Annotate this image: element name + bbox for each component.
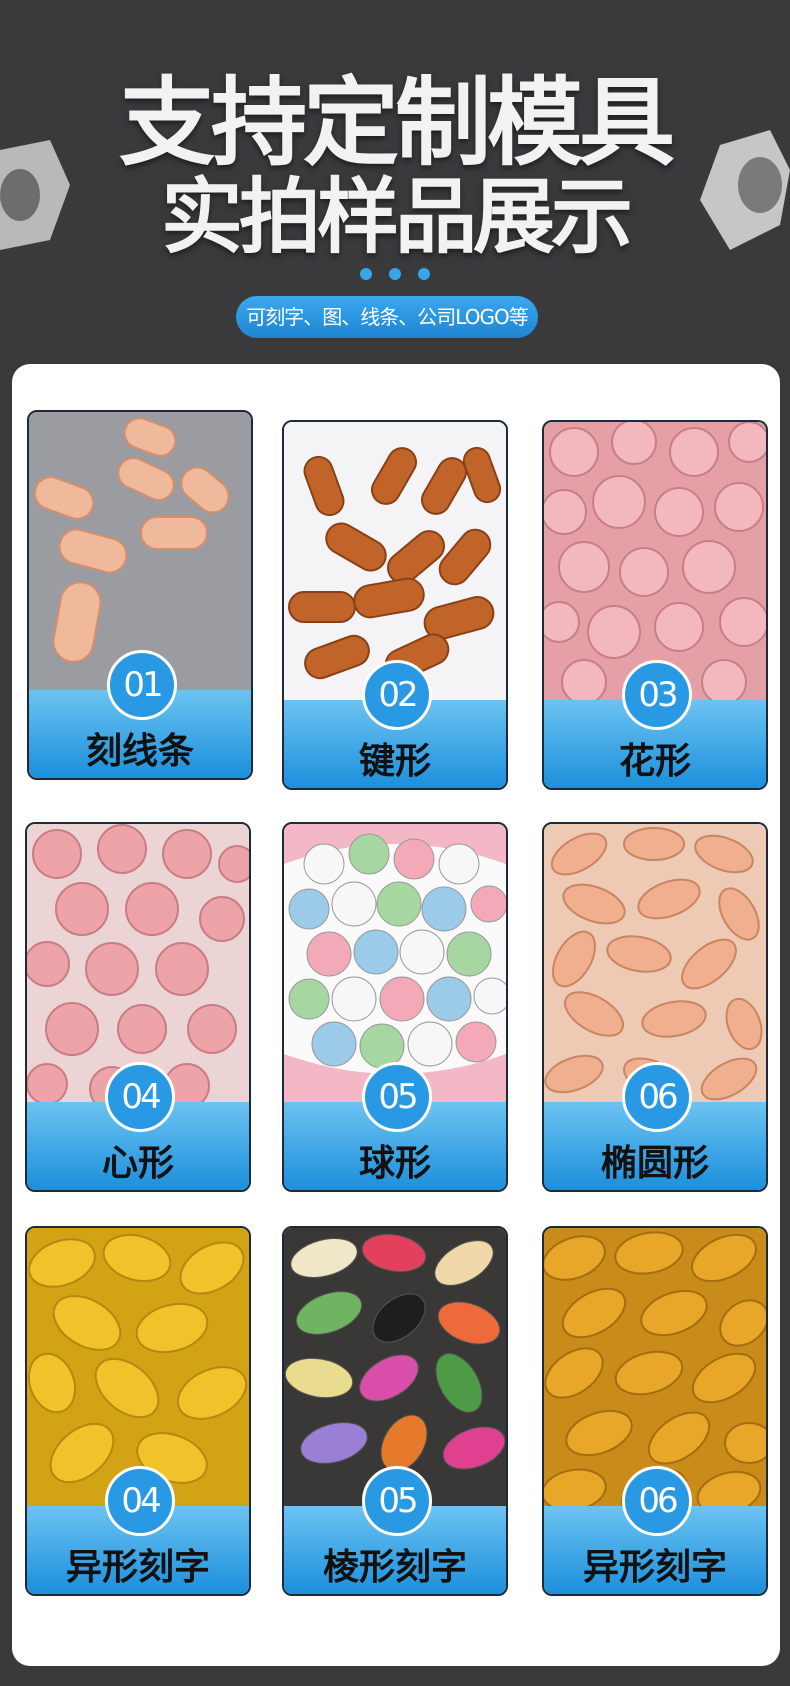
card-label: 球形 xyxy=(358,1143,431,1184)
sample-card[interactable]: 04 心形 xyxy=(25,822,251,1192)
card-number: 02 xyxy=(362,660,432,730)
sample-card[interactable]: 04 异形刻字 xyxy=(25,1226,251,1596)
flower-tablets-icon xyxy=(544,422,766,700)
card-number: 01 xyxy=(107,650,177,720)
sample-card[interactable]: 02 键形 xyxy=(282,420,508,790)
card-label: 异形刻字 xyxy=(582,1547,727,1588)
feature-pill: 可刻字、图、线条、公司LOGO等 xyxy=(236,296,538,338)
bean-engraved-tablets-icon xyxy=(27,1228,249,1506)
card-label: 花形 xyxy=(618,741,691,782)
card-number: 05 xyxy=(362,1062,432,1132)
card-label: 心形 xyxy=(101,1143,174,1184)
diamond-engraved-tablets-icon xyxy=(284,1228,506,1506)
sample-card[interactable]: 06 异形刻字 xyxy=(542,1226,768,1596)
card-number: 04 xyxy=(105,1062,175,1132)
capsule-tablets-icon xyxy=(284,422,506,700)
oval-tablets-icon xyxy=(544,824,766,1102)
hero-header: 支持定制模具 实拍样品展示 可刻字、图、线条、公司LOGO等 xyxy=(0,0,790,370)
card-number: 06 xyxy=(622,1062,692,1132)
round-candy-tablets-icon xyxy=(284,824,506,1102)
card-number: 06 xyxy=(622,1466,692,1536)
card-number: 04 xyxy=(105,1466,175,1536)
dot-icon xyxy=(418,268,430,280)
card-label: 键形 xyxy=(358,741,431,782)
sample-card[interactable]: 05 球形 xyxy=(282,822,508,1192)
sample-card[interactable]: 06 椭圆形 xyxy=(542,822,768,1192)
card-label: 刻线条 xyxy=(85,731,194,772)
card-label: 椭圆形 xyxy=(600,1143,709,1184)
sample-card[interactable]: 03 花形 xyxy=(542,420,768,790)
dot-icon xyxy=(389,268,401,280)
dot-icon xyxy=(360,268,372,280)
page-title-line2: 实拍样品展示 xyxy=(160,170,633,265)
oblong-scored-tablets-icon xyxy=(29,412,251,690)
sample-gallery-panel: 01 刻线条 02 键形 03 花形 04 心形 05 球形 06 椭圆形 04… xyxy=(12,364,780,1666)
card-label: 棱形刻字 xyxy=(322,1547,467,1588)
decorative-dots xyxy=(360,268,430,280)
sample-card[interactable]: 05 棱形刻字 xyxy=(282,1226,508,1596)
shield-engraved-tablets-icon xyxy=(544,1228,766,1506)
card-label: 异形刻字 xyxy=(65,1547,210,1588)
card-number: 03 xyxy=(622,660,692,730)
sample-card[interactable]: 01 刻线条 xyxy=(27,410,253,780)
card-number: 05 xyxy=(362,1466,432,1536)
page-title-line1: 支持定制模具 xyxy=(119,67,675,179)
heart-tablets-icon xyxy=(27,824,249,1102)
